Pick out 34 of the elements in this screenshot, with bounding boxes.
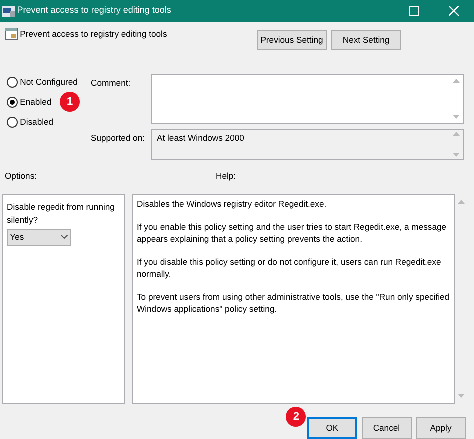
scroll-down-icon[interactable]: [453, 153, 460, 157]
scroll-down-icon[interactable]: [453, 115, 460, 119]
comment-field[interactable]: [151, 74, 464, 124]
previous-setting-button[interactable]: Previous Setting: [257, 30, 327, 50]
ok-button[interactable]: OK: [307, 417, 358, 439]
scroll-up-icon[interactable]: [458, 200, 465, 204]
radio-option[interactable]: Disabled: [7, 116, 91, 129]
help-paragraph: To prevent users from using other administrative tools, use the "Run only specified Windows applications" policy setting.: [136, 291, 450, 315]
dropdown[interactable]: Yes: [7, 228, 71, 246]
help-paragraph: If you disable this policy setting or do not configure it, users can run Regedit.exe normally.: [136, 256, 442, 280]
supported-on-label: Supported on:: [91, 132, 146, 145]
maximize-icon[interactable]: [409, 6, 419, 16]
policy-icon: [5, 28, 18, 40]
scroll-up-icon[interactable]: [453, 132, 460, 136]
radio-option[interactable]: Not Configured: [7, 76, 91, 89]
next-setting-button[interactable]: Next Setting: [331, 30, 402, 50]
options-label: Options:: [5, 170, 38, 183]
apply-button[interactable]: Apply: [416, 417, 466, 439]
option-prompt: Disable regedit from running silently?: [7, 201, 116, 227]
supported-on-text: At least Windows 2000: [157, 132, 244, 145]
close-icon[interactable]: [449, 6, 459, 16]
scroll-up-icon[interactable]: [453, 79, 460, 83]
app-icon: [2, 6, 16, 16]
window-title: Prevent access to registry editing tools: [17, 4, 172, 18]
callout-badge: 2: [286, 407, 306, 427]
scroll-down-icon[interactable]: [458, 394, 465, 398]
help-paragraph: If you enable this policy setting and the user tries to start Regedit.exe, a message appears explaining that a policy setting prevents the action.: [136, 221, 448, 245]
help-paragraph: Disables the Windows registry editor Regedit.exe.: [136, 198, 328, 210]
chevron-icon: [60, 235, 68, 240]
callout-badge: 1: [60, 92, 80, 112]
cancel-button[interactable]: Cancel: [362, 417, 412, 439]
help-label: Help:: [216, 170, 236, 183]
policy-title: Prevent access to registry editing tools: [20, 28, 168, 41]
comment-label: Comment:: [91, 77, 132, 90]
